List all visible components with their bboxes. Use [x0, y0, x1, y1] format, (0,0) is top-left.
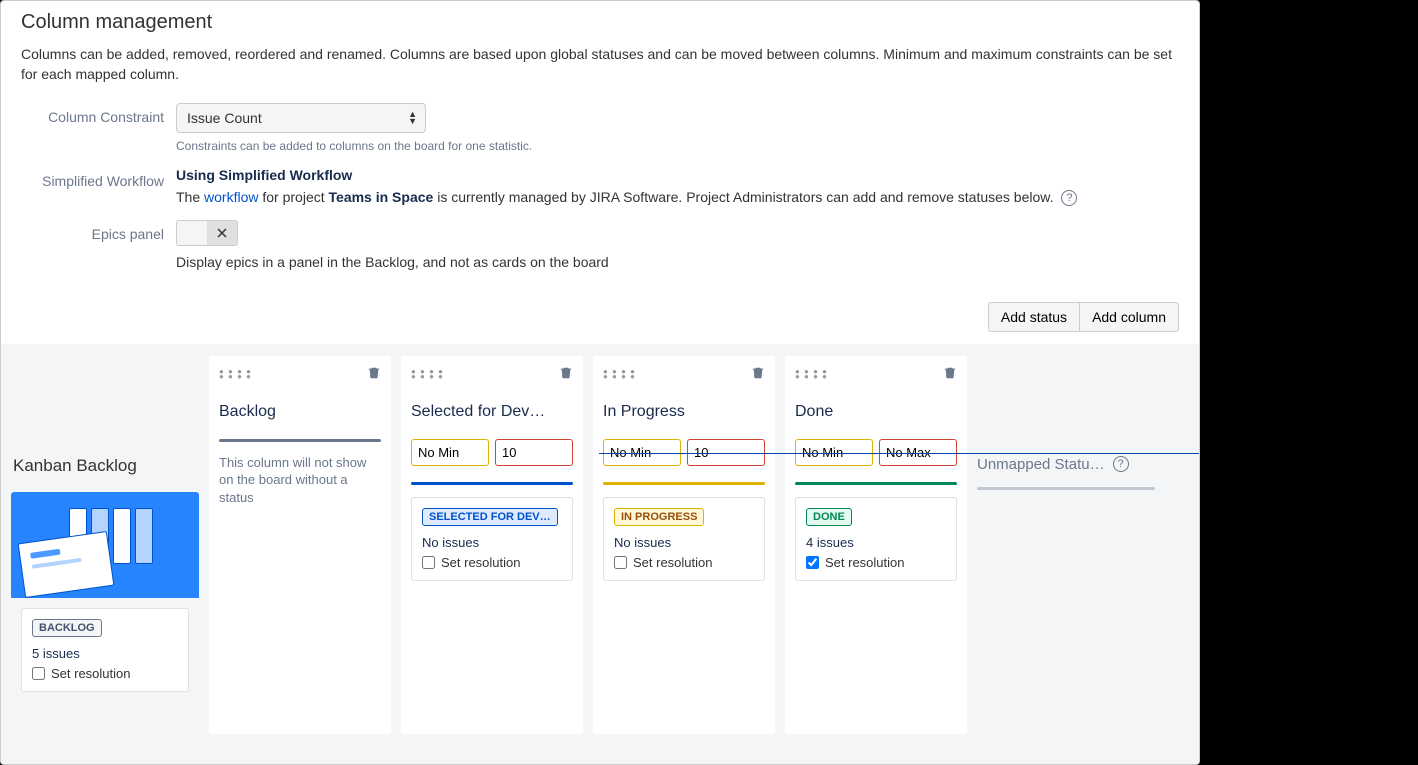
toggle-on — [177, 221, 207, 245]
simplified-workflow-row: Simplified Workflow Using Simplified Wor… — [21, 167, 1179, 206]
column-title[interactable]: Backlog — [219, 403, 381, 421]
set-resolution-row[interactable]: Set resolution — [806, 555, 946, 570]
columns-container: ● ● ● ●● ● ● ● Backlog This column will … — [209, 356, 967, 734]
column-constraint-row: Column Constraint Issue Count ▲▼ Constra… — [21, 103, 1179, 153]
actions-row: Add status Add column — [1, 302, 1199, 344]
set-resolution-checkbox[interactable] — [614, 556, 627, 569]
status-badge: BACKLOG — [32, 619, 102, 637]
unmapped-title: Unmapped Statu… — [977, 456, 1105, 473]
add-status-button[interactable]: Add status — [988, 302, 1079, 332]
set-resolution-checkbox[interactable] — [32, 667, 45, 680]
column-bar — [219, 439, 381, 442]
status-card[interactable]: IN PROGRESS No issues Set resolution — [603, 497, 765, 581]
set-resolution-checkbox[interactable] — [422, 556, 435, 569]
close-icon — [217, 228, 227, 238]
epics-panel-row: Epics panel Display epics in a panel in … — [21, 220, 1179, 270]
unmapped-statuses-column: Unmapped Statu… ? — [977, 356, 1155, 734]
column-title[interactable]: Done — [795, 403, 957, 421]
unmapped-title-row: Unmapped Statu… ? — [977, 456, 1155, 473]
delete-column-button[interactable] — [751, 366, 765, 383]
status-badge: SELECTED FOR DEV… — [422, 508, 558, 526]
drag-handle-icon[interactable]: ● ● ● ●● ● ● ● — [219, 369, 252, 379]
page-title: Column management — [21, 11, 1179, 34]
column-header: ● ● ● ●● ● ● ● — [411, 366, 573, 383]
column-header: ● ● ● ●● ● ● ● — [795, 366, 957, 383]
board-column: ● ● ● ●● ● ● ● Backlog This column will … — [209, 356, 391, 734]
delete-column-button[interactable] — [943, 366, 957, 383]
issue-count: No issues — [614, 535, 754, 550]
delete-column-button[interactable] — [367, 366, 381, 383]
epics-panel-hint: Display epics in a panel in the Backlog,… — [176, 254, 1179, 270]
column-title[interactable]: In Progress — [603, 403, 765, 421]
constraints-row — [411, 439, 573, 466]
set-resolution-row[interactable]: Set resolution — [32, 666, 178, 681]
epics-panel-label: Epics panel — [21, 220, 176, 242]
workflow-description: The workflow for project Teams in Space … — [176, 189, 1179, 206]
status-badge: IN PROGRESS — [614, 508, 704, 526]
column-bar — [603, 482, 765, 485]
board-column: ● ● ● ●● ● ● ● Selected for Dev… SELECTE… — [401, 356, 583, 734]
set-resolution-label: Set resolution — [51, 666, 131, 681]
help-icon[interactable]: ? — [1061, 190, 1077, 206]
issue-count: 4 issues — [806, 535, 946, 550]
help-icon[interactable]: ? — [1113, 456, 1129, 472]
column-header: ● ● ● ●● ● ● ● — [219, 366, 381, 383]
simplified-workflow-value: Using Simplified Workflow — [176, 167, 1179, 183]
top-section: Column management Columns can be added, … — [1, 1, 1199, 302]
delete-column-button[interactable] — [559, 366, 573, 383]
issue-count: 5 issues — [32, 646, 178, 661]
set-resolution-checkbox[interactable] — [806, 556, 819, 569]
column-bar — [411, 482, 573, 485]
column-note: This column will not show on the board w… — [219, 454, 381, 507]
min-constraint-input[interactable] — [411, 439, 489, 466]
column-header: ● ● ● ●● ● ● ● — [603, 366, 765, 383]
column-constraint-label: Column Constraint — [21, 103, 176, 125]
set-resolution-row[interactable]: Set resolution — [422, 555, 562, 570]
set-resolution-row[interactable]: Set resolution — [614, 555, 754, 570]
toggle-off — [207, 221, 237, 245]
drag-handle-icon[interactable]: ● ● ● ●● ● ● ● — [795, 369, 828, 379]
column-management-panel: Column management Columns can be added, … — [0, 0, 1200, 765]
column-constraint-hint: Constraints can be added to columns on t… — [176, 139, 1179, 153]
board-column: ● ● ● ●● ● ● ● In Progress IN PROGRESS N… — [593, 356, 775, 734]
drag-handle-icon[interactable]: ● ● ● ●● ● ● ● — [411, 369, 444, 379]
status-badge: DONE — [806, 508, 852, 526]
project-name: Teams in Space — [329, 189, 434, 205]
epics-panel-toggle[interactable] — [176, 220, 238, 246]
issue-count: No issues — [422, 535, 562, 550]
drag-handle-icon[interactable]: ● ● ● ●● ● ● ● — [603, 369, 636, 379]
kanban-backlog-column: Kanban Backlog BACKLOG 5 issues — [11, 356, 199, 734]
workflow-link[interactable]: workflow — [204, 189, 258, 205]
column-constraint-select[interactable]: Issue Count ▲▼ — [176, 103, 426, 133]
set-resolution-label: Set resolution — [441, 555, 521, 570]
column-title[interactable]: Selected for Dev… — [411, 403, 573, 421]
status-card[interactable]: SELECTED FOR DEV… No issues Set resoluti… — [411, 497, 573, 581]
backlog-status-card[interactable]: BACKLOG 5 issues Set resolution — [21, 608, 189, 692]
simplified-workflow-label: Simplified Workflow — [21, 167, 176, 189]
column-bar — [795, 482, 957, 485]
status-card[interactable]: DONE 4 issues Set resolution — [795, 497, 957, 581]
guide-line — [599, 453, 1199, 454]
board-column: ● ● ● ●● ● ● ● Done DONE 4 issues Set re… — [785, 356, 967, 734]
kanban-backlog-title: Kanban Backlog — [13, 456, 199, 476]
page-description: Columns can be added, removed, reordered… — [21, 44, 1179, 85]
select-arrows-icon: ▲▼ — [408, 111, 417, 125]
board-area: Kanban Backlog BACKLOG 5 issues — [1, 344, 1199, 764]
add-column-button[interactable]: Add column — [1079, 302, 1179, 332]
set-resolution-label: Set resolution — [825, 555, 905, 570]
column-bar — [977, 487, 1155, 490]
set-resolution-label: Set resolution — [633, 555, 713, 570]
column-constraint-value: Issue Count — [187, 110, 262, 126]
max-constraint-input[interactable] — [495, 439, 573, 466]
kanban-illustration — [11, 492, 199, 598]
